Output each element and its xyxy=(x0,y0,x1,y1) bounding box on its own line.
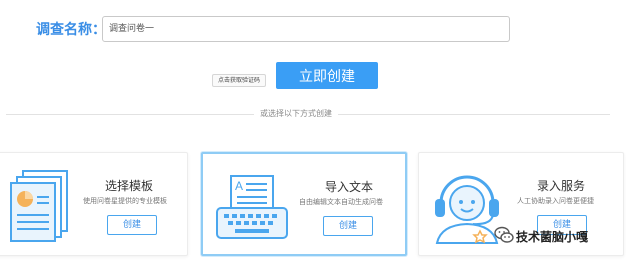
card-desc: 人工协助录入问卷更便捷 xyxy=(517,197,594,205)
card-import-text[interactable]: A 导入文本 自由编辑文本自动生成问卷 创建 xyxy=(201,152,407,256)
typewriter-icon: A xyxy=(215,174,289,244)
create-import-button[interactable]: 创建 xyxy=(323,216,373,236)
survey-name-input[interactable]: 调查问卷一 xyxy=(102,16,510,42)
survey-name-label: 调查名称： xyxy=(36,22,106,38)
wechat-logo xyxy=(494,226,514,244)
card-desc: 自由编辑文本自动生成问卷 xyxy=(299,198,383,206)
watermark-text: 技术菌脑小嘎 xyxy=(516,230,589,244)
create-template-button[interactable]: 创建 xyxy=(107,215,157,235)
create-now-button[interactable]: 立即创建 xyxy=(276,62,378,89)
card-template[interactable]: 选择模板 使用问卷星提供的专业模板 创建 xyxy=(0,152,188,256)
divider-text: 或选择以下方式创建 xyxy=(254,108,338,120)
customer-service-icon xyxy=(431,169,503,245)
card-title: 导入文本 xyxy=(325,180,374,194)
card-title: 选择模板 xyxy=(105,179,154,193)
card-title: 录入服务 xyxy=(537,179,586,193)
captcha-button[interactable]: 点击获取验证码 xyxy=(212,74,266,87)
svg-text:A: A xyxy=(235,179,243,193)
card-desc: 使用问卷星提供的专业模板 xyxy=(83,197,167,205)
document-template-icon xyxy=(9,169,71,243)
